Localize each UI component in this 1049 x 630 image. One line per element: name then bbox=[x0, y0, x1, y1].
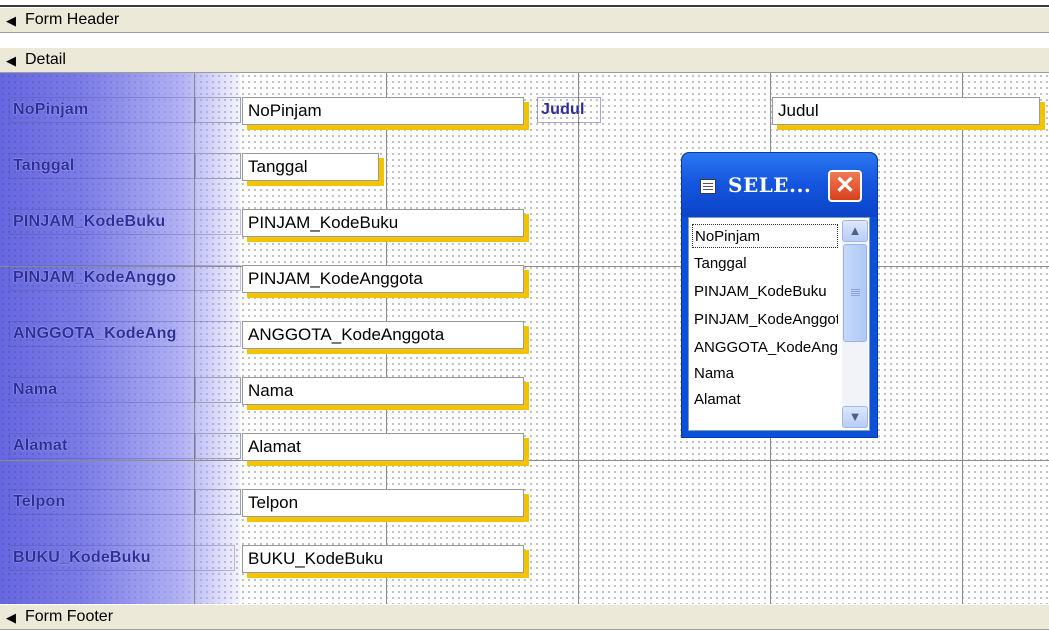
label-placeholder bbox=[195, 489, 241, 515]
field-list[interactable]: NoPinjam Tanggal PINJAM_KodeBuku PINJAM_… bbox=[688, 217, 870, 431]
scrollbar-thumb[interactable] bbox=[843, 244, 867, 342]
textbox-nama[interactable]: Nama bbox=[242, 377, 524, 405]
detail-section-bar[interactable]: ◀ Detail bbox=[0, 47, 1049, 73]
scroll-up-icon[interactable]: ▲ bbox=[842, 220, 868, 242]
grid-line bbox=[0, 460, 1049, 461]
textbox-nopinjam[interactable]: NoPinjam bbox=[242, 97, 524, 125]
field-list-item[interactable]: Alamat bbox=[692, 388, 838, 412]
label-alamat[interactable]: Alamat bbox=[9, 433, 195, 459]
form-header-bar[interactable]: ◀ Form Header bbox=[0, 7, 1049, 33]
label-placeholder bbox=[195, 377, 241, 403]
label-placeholder bbox=[195, 433, 241, 459]
field-list-item[interactable]: ANGGOTA_KodeAnggota bbox=[692, 336, 838, 360]
label-judul[interactable]: Judul bbox=[537, 97, 601, 123]
label-placeholder bbox=[195, 97, 241, 123]
field-list-title: SELE... bbox=[728, 173, 812, 197]
label-pinjam-kodeanggota[interactable]: PINJAM_KodeAnggo bbox=[9, 265, 241, 291]
scroll-down-icon[interactable]: ▼ bbox=[842, 406, 868, 428]
textbox-anggota-kodeanggota[interactable]: ANGGOTA_KodeAnggota bbox=[242, 321, 524, 349]
textbox-pinjam-kodebuku[interactable]: PINJAM_KodeBuku bbox=[242, 209, 524, 237]
textbox-alamat[interactable]: Alamat bbox=[242, 433, 524, 461]
label-buku-kodebuku[interactable]: BUKU_KodeBuku bbox=[9, 545, 235, 571]
field-list-icon bbox=[700, 179, 716, 194]
label-pinjam-kodebuku[interactable]: PINJAM_KodeBuku bbox=[9, 209, 241, 235]
grid-line bbox=[962, 73, 963, 604]
grid-line bbox=[578, 73, 579, 604]
label-nopinjam[interactable]: NoPinjam bbox=[9, 97, 195, 123]
label-placeholder bbox=[195, 153, 241, 179]
textbox-tanggal[interactable]: Tanggal bbox=[242, 153, 379, 181]
textbox-buku-kodebuku[interactable]: BUKU_KodeBuku bbox=[242, 545, 524, 573]
grip-icon bbox=[851, 289, 860, 290]
field-list-item[interactable]: NoPinjam bbox=[692, 224, 838, 248]
field-list-window[interactable]: SELE... ✕ NoPinjam Tanggal PINJAM_KodeBu… bbox=[681, 152, 878, 438]
label-telpon[interactable]: Telpon bbox=[9, 489, 195, 515]
section-arrow-icon: ◀ bbox=[6, 609, 16, 625]
vertical-scrollbar[interactable]: ▲ ▼ bbox=[842, 220, 868, 428]
field-list-item[interactable]: PINJAM_KodeBuku bbox=[692, 280, 838, 304]
field-list-titlebar[interactable]: SELE... ✕ bbox=[682, 153, 877, 217]
textbox-telpon[interactable]: Telpon bbox=[242, 489, 524, 517]
form-footer-label: Form Footer bbox=[25, 608, 114, 625]
textbox-pinjam-kodeanggota[interactable]: PINJAM_KodeAnggota bbox=[242, 265, 524, 293]
ruler-top-edge bbox=[0, 0, 1049, 7]
form-header-label: Form Header bbox=[25, 11, 120, 28]
field-list-item[interactable]: Tanggal bbox=[692, 252, 838, 276]
detail-label: Detail bbox=[25, 51, 66, 68]
label-tanggal[interactable]: Tanggal bbox=[9, 153, 195, 179]
field-list-item[interactable]: PINJAM_KodeAnggota bbox=[692, 308, 838, 332]
label-anggota-kodeanggota[interactable]: ANGGOTA_KodeAng bbox=[9, 321, 241, 347]
close-button[interactable]: ✕ bbox=[828, 170, 862, 202]
label-nama[interactable]: Nama bbox=[9, 377, 195, 403]
textbox-judul[interactable]: Judul bbox=[772, 97, 1040, 125]
section-arrow-icon: ◀ bbox=[6, 12, 16, 28]
form-footer-bar[interactable]: ◀ Form Footer bbox=[0, 604, 1049, 630]
detail-section-canvas[interactable]: NoPinjam Tanggal PINJAM_KodeBuku PINJAM_… bbox=[0, 73, 1049, 604]
field-list-item[interactable]: Nama bbox=[692, 362, 838, 386]
section-arrow-icon: ◀ bbox=[6, 52, 16, 68]
